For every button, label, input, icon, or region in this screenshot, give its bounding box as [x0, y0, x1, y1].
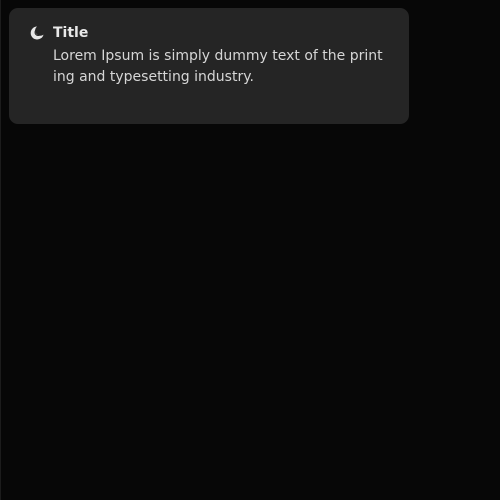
- notification-message: Lorem Ipsum is simply dummy text of the …: [53, 48, 383, 85]
- notification-toast[interactable]: Title Lorem Ipsum is simply dummy text o…: [9, 8, 409, 124]
- screen-edge: [0, 0, 1, 500]
- notification-title: Title: [53, 25, 89, 41]
- moon-icon: [29, 25, 45, 41]
